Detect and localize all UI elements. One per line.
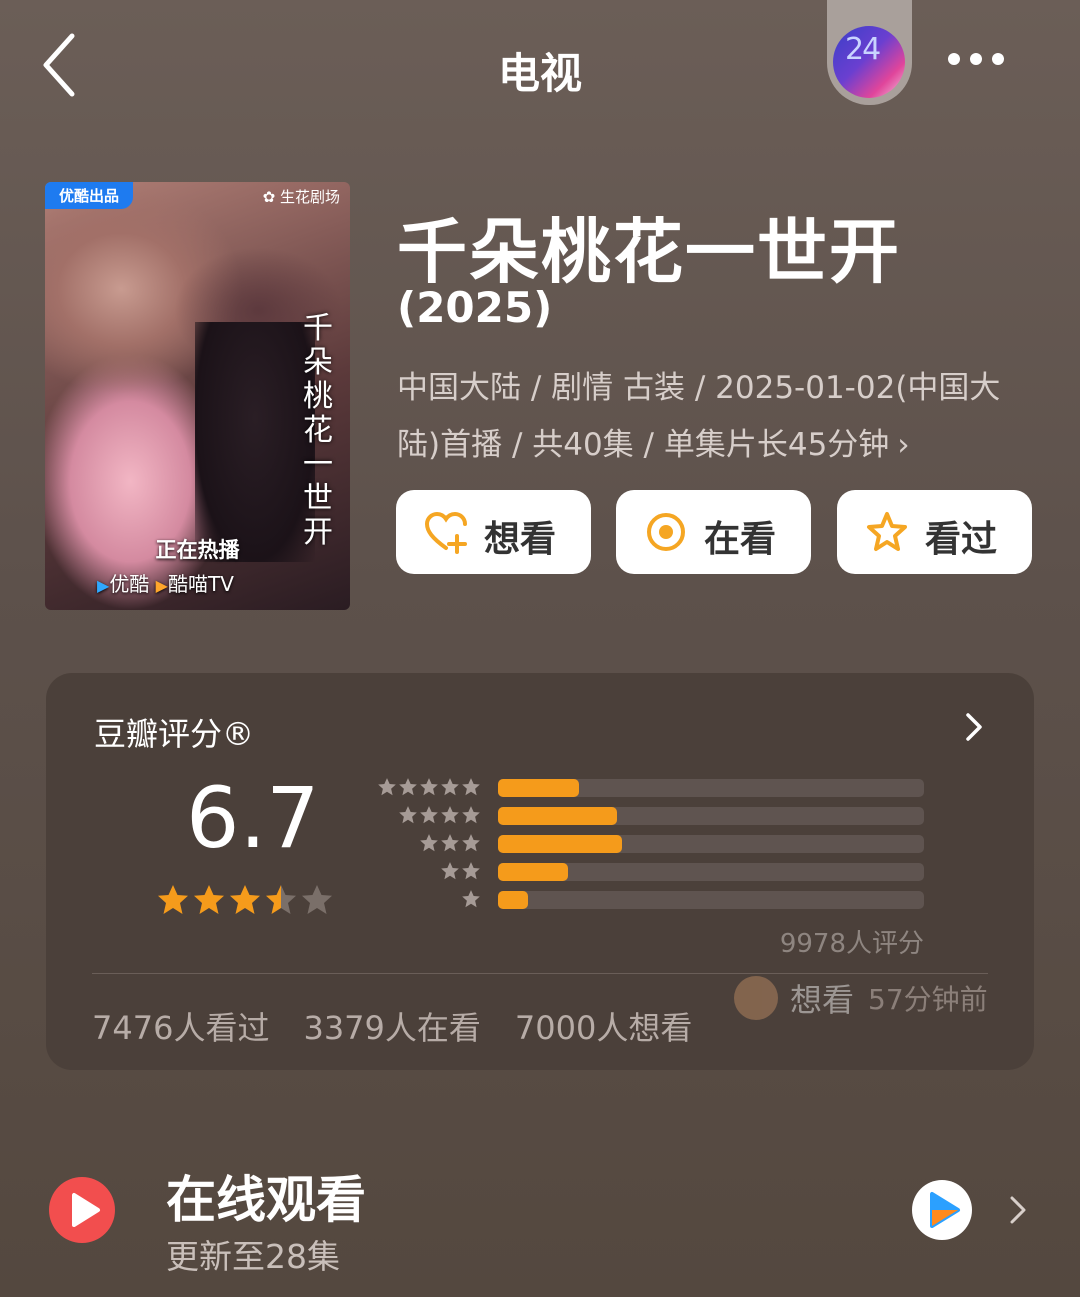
rating-card-title: 豆瓣评分®	[94, 715, 255, 753]
distribution-bar-track	[498, 891, 924, 909]
distribution-bar-fill	[498, 835, 622, 853]
star-icon	[399, 778, 417, 796]
watching-button[interactable]: 在看	[616, 490, 811, 574]
want-label: 想看	[484, 519, 557, 560]
dot-icon	[948, 53, 960, 65]
chevron-right-icon: ›	[897, 427, 910, 463]
star-icon	[462, 862, 480, 880]
watch-title: 在线观看	[166, 1171, 366, 1229]
rating-stars	[156, 883, 336, 917]
distribution-stars	[374, 861, 481, 885]
dot-icon	[970, 53, 982, 65]
watched-count: 7476人看过	[92, 1009, 270, 1047]
want-count: 7000人想看	[514, 1009, 693, 1047]
star-icon	[302, 885, 332, 914]
star-icon	[462, 834, 480, 852]
target-icon	[647, 513, 685, 551]
star-icon	[420, 834, 438, 852]
distribution-bar-fill	[498, 863, 569, 881]
star-icon	[158, 885, 188, 914]
poster-figure	[195, 322, 315, 562]
event-badge-number: 24	[845, 32, 881, 67]
show-meta-link[interactable]: 中国大陆 / 剧情 古装 / 2025-01-02(中国大陆)首播 / 共40集…	[397, 360, 1037, 474]
rating-card[interactable]: 豆瓣评分® 6.7 9978人评分 7476人看过 3379人在看 7000人想看 …	[46, 673, 1034, 1070]
poster-image[interactable]: 优酷出品 ✿ 生花剧场 千朵桃花一世开 正在热播 ▶优酷 ▶酷喵TV	[45, 182, 350, 610]
activity-action: 想看	[790, 981, 855, 1019]
poster-platform-1: 优酷	[109, 572, 150, 596]
distribution-bar-track	[498, 807, 924, 825]
recent-activity: 想看 57分钟前	[734, 975, 988, 1021]
watch-online-row[interactable]: 在线观看 更新至28集	[0, 1150, 1080, 1290]
youku-logo-icon: ▶	[97, 576, 110, 595]
chevron-right-icon	[1010, 1196, 1026, 1224]
avatar	[734, 976, 778, 1020]
play-icon	[49, 1177, 115, 1243]
distribution-stars	[374, 805, 481, 829]
star-icon	[420, 806, 438, 824]
top-bar: 电视 24	[0, 0, 1080, 130]
star-icon	[441, 834, 459, 852]
star-icon	[462, 806, 480, 824]
poster-studio-label: 生花剧场	[279, 188, 340, 206]
show-meta: 中国大陆 / 剧情 古装 / 2025-01-02(中国大陆)首播 / 共40集…	[397, 370, 1001, 463]
more-button[interactable]	[948, 50, 1020, 78]
poster-badge: 优酷出品	[45, 182, 134, 209]
watched-label: 看过	[925, 519, 998, 560]
dot-icon	[992, 53, 1004, 65]
rating-score: 6.7	[186, 769, 320, 867]
divider	[92, 973, 988, 974]
star-icon	[420, 778, 438, 796]
activity-time: 57分钟前	[868, 983, 988, 1016]
youku-app-icon[interactable]	[912, 1180, 972, 1240]
poster-airing: 正在热播	[155, 538, 240, 562]
distribution-bar-track	[498, 863, 924, 881]
star-icon	[399, 806, 417, 824]
watch-subtitle: 更新至28集	[166, 1237, 340, 1276]
star-outline-icon	[867, 512, 907, 551]
rating-count: 9978人评分	[779, 929, 924, 959]
kumiao-logo-icon: ▶	[155, 576, 168, 595]
star-icon	[441, 862, 459, 880]
heart-plus-icon	[424, 511, 467, 554]
watching-count: 3379人在看	[303, 1009, 481, 1047]
event-badge[interactable]: 24	[827, 0, 912, 105]
page-title: 电视	[497, 49, 582, 98]
poster-studio: ✿ 生花剧场	[262, 188, 340, 206]
chevron-right-icon	[966, 713, 982, 741]
star-icon	[462, 890, 480, 908]
star-icon	[441, 806, 459, 824]
distribution-bar-fill	[498, 807, 618, 825]
show-year: (2025)	[397, 283, 553, 332]
distribution-bar-fill	[498, 891, 528, 909]
star-icon	[378, 778, 396, 796]
star-icon	[441, 778, 459, 796]
watched-button[interactable]: 看过	[837, 490, 1032, 574]
poster-platforms: ▶优酷 ▶酷喵TV	[97, 568, 234, 597]
event-badge-icon: 24	[833, 26, 905, 98]
poster-title: 千朵桃花一世开	[303, 311, 333, 550]
poster-platform-2: 酷喵TV	[167, 572, 234, 596]
audience-counts: 7476人看过 3379人在看 7000人想看	[92, 1003, 726, 1049]
star-icon	[266, 885, 296, 914]
star-icon	[230, 885, 260, 914]
distribution-stars	[374, 777, 481, 801]
distribution-bar-fill	[498, 779, 579, 797]
show-title: 千朵桃花一世开	[397, 211, 901, 293]
distribution-stars	[374, 889, 481, 913]
distribution-bar-track	[498, 779, 924, 797]
star-icon	[194, 885, 224, 914]
distribution-bar-track	[498, 835, 924, 853]
want-button[interactable]: 想看	[396, 490, 591, 574]
distribution-stars	[374, 833, 481, 857]
star-icon	[462, 778, 480, 796]
watching-label: 在看	[704, 519, 777, 560]
